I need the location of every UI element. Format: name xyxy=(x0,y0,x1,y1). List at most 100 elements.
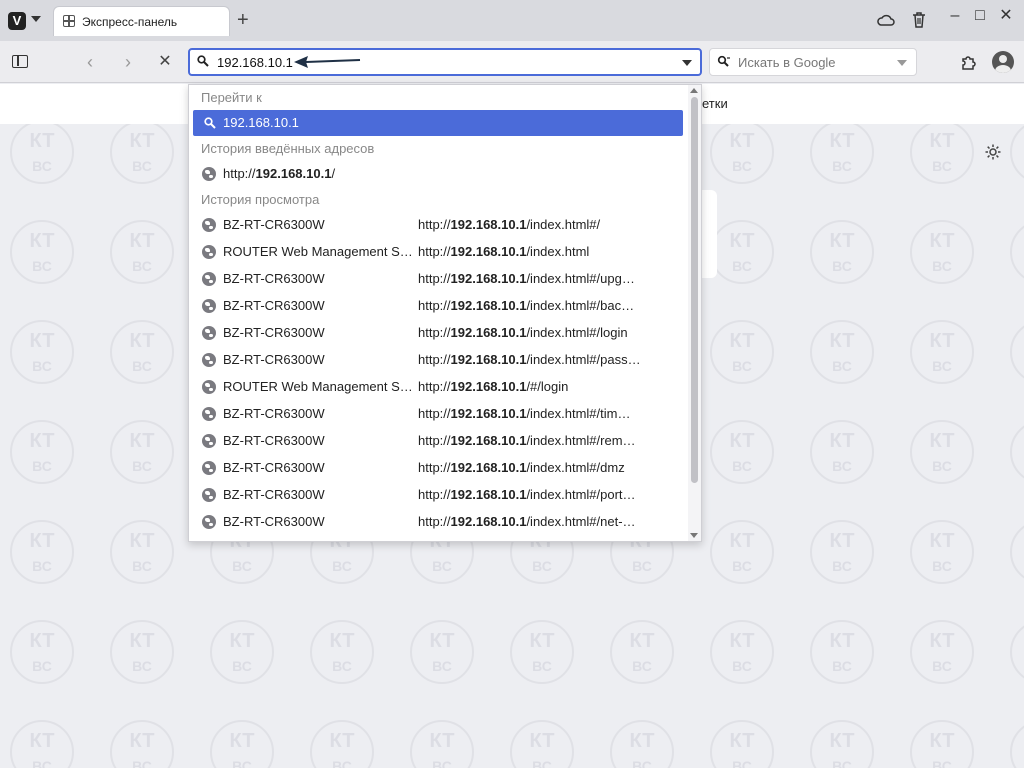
address-bar[interactable]: 192.168.10.1 xyxy=(188,48,702,76)
watermark-logo: КТВС xyxy=(710,220,774,284)
cloud-icon[interactable] xyxy=(876,12,896,28)
forward-button[interactable]: › xyxy=(118,52,138,72)
history-item-title: BZ-RT-CR6300W xyxy=(223,352,325,367)
search-icon xyxy=(204,117,216,129)
dropdown-scrollbar[interactable] xyxy=(688,85,701,541)
new-tab-button[interactable]: + xyxy=(237,10,249,30)
watermark-logo: КТВС xyxy=(1010,720,1024,768)
watermark-logo: КТВС xyxy=(110,720,174,768)
settings-gear-icon[interactable] xyxy=(984,143,1002,161)
watermark-logo: КТВС xyxy=(710,120,774,184)
scroll-thumb[interactable] xyxy=(691,97,698,483)
scroll-down-icon[interactable] xyxy=(690,533,698,538)
search-icon xyxy=(197,55,209,67)
panel-toggle-icon[interactable] xyxy=(12,55,28,68)
watermark-logo: КТВС xyxy=(10,420,74,484)
address-toolbar: ‹ › ✕ 192.168.10.1 Искать в Google xyxy=(0,41,1024,83)
history-item-title: BZ-RT-CR6300W xyxy=(223,406,325,421)
watermark-logo: КТВС xyxy=(810,320,874,384)
typed-history-item[interactable]: http://192.168.10.1/ xyxy=(189,160,689,187)
watermark-logo: КТВС xyxy=(710,620,774,684)
history-item-url: http://192.168.10.1/index.html#/login xyxy=(418,325,628,340)
search-input[interactable]: Искать в Google xyxy=(738,55,836,70)
watermark-logo: КТВС xyxy=(110,620,174,684)
watermark-logo: КТВС xyxy=(810,620,874,684)
history-item-title: BZ-RT-CR6300W xyxy=(223,487,325,502)
watermark-logo: КТВС xyxy=(110,420,174,484)
globe-icon xyxy=(202,272,216,286)
address-input[interactable]: 192.168.10.1 xyxy=(217,55,293,70)
section-history-label: История просмотра xyxy=(201,192,320,207)
trash-icon[interactable] xyxy=(909,11,929,29)
history-item-title: BZ-RT-CR6300W xyxy=(223,325,325,340)
history-item[interactable]: BZ-RT-CR6300W http://192.168.10.1/index.h… xyxy=(189,292,689,319)
watermark-logo: КТВС xyxy=(10,120,74,184)
watermark-logo: КТВС xyxy=(910,620,974,684)
history-item-url: http://192.168.10.1/index.html#/net-… xyxy=(418,514,636,529)
profile-avatar[interactable] xyxy=(992,51,1014,73)
history-item-url: http://192.168.10.1/index.html#/tim… xyxy=(418,406,631,421)
suggestion-goto-item[interactable]: 192.168.10.1 xyxy=(193,110,683,136)
vivaldi-logo-icon[interactable]: V xyxy=(8,12,26,30)
group-label[interactable]: етки xyxy=(702,96,728,111)
minimize-button[interactable]: – xyxy=(945,8,965,24)
search-engine-icon xyxy=(717,55,730,67)
address-history-dropdown-icon[interactable] xyxy=(682,60,692,66)
history-item[interactable]: ROUTER Web Management Sy… http://192.168.… xyxy=(189,238,689,265)
watermark-logo: КТВС xyxy=(1010,420,1024,484)
history-item[interactable]: BZ-RT-CR6300W http://192.168.10.1/index.h… xyxy=(189,508,689,535)
speed-dial-icon xyxy=(63,15,75,27)
history-item[interactable]: BZ-RT-CR6300W http://192.168.10.1/index.h… xyxy=(189,427,689,454)
watermark-logo: КТВС xyxy=(810,520,874,584)
address-suggestions-dropdown: Перейти к 192.168.10.1 История введённых… xyxy=(188,84,702,542)
history-item[interactable]: BZ-RT-CR6300W http://192.168.10.1/index.h… xyxy=(189,400,689,427)
search-engine-dropdown-icon[interactable] xyxy=(897,60,907,66)
back-button[interactable]: ‹ xyxy=(80,52,100,72)
watermark-logo: КТВС xyxy=(810,720,874,768)
watermark-logo: КТВС xyxy=(710,420,774,484)
history-item-url: http://192.168.10.1/index.html#/bac… xyxy=(418,298,635,313)
history-item[interactable]: ROUTER Web Management Sy… http://192.168.… xyxy=(189,373,689,400)
watermark-logo: КТВС xyxy=(10,720,74,768)
history-item-url: http://192.168.10.1/index.html#/dmz xyxy=(418,460,625,475)
history-item[interactable]: BZ-RT-CR6300W http://192.168.10.1/index.h… xyxy=(189,265,689,292)
extensions-icon[interactable] xyxy=(960,53,978,71)
section-typed-label: История введённых адресов xyxy=(201,141,375,156)
watermark-logo: КТВС xyxy=(910,220,974,284)
history-item-title: BZ-RT-CR6300W xyxy=(223,217,325,232)
menu-caret-icon[interactable] xyxy=(31,16,41,22)
history-item-title: BZ-RT-CR6300W xyxy=(223,460,325,475)
history-item[interactable]: BZ-RT-CR6300W http://192.168.10.1/index.h… xyxy=(189,454,689,481)
tab-title: Экспресс-панель xyxy=(82,15,178,29)
globe-icon xyxy=(202,461,216,475)
history-item-title: ROUTER Web Management Sy… xyxy=(223,244,413,259)
history-item[interactable]: BZ-RT-CR6300W http://192.168.10.1/index.h… xyxy=(189,481,689,508)
watermark-logo: КТВС xyxy=(610,620,674,684)
history-item[interactable]: BZ-RT-CR6300W http://192.168.10.1/index.h… xyxy=(189,346,689,373)
globe-icon xyxy=(202,326,216,340)
maximize-button[interactable]: □ xyxy=(970,8,990,24)
watermark-logo: КТВС xyxy=(210,720,274,768)
watermark-logo: КТВС xyxy=(110,120,174,184)
search-engine-box[interactable]: Искать в Google xyxy=(709,48,917,76)
history-item-url: http://192.168.10.1/#/login xyxy=(418,379,569,394)
close-window-button[interactable]: ✕ xyxy=(996,8,1016,24)
history-item-title: BZ-RT-CR6300W xyxy=(223,433,325,448)
typed-history-url: http://192.168.10.1/ xyxy=(223,166,336,181)
watermark-logo: КТВС xyxy=(310,720,374,768)
watermark-logo: КТВС xyxy=(410,720,474,768)
watermark-logo: КТВС xyxy=(1010,120,1024,184)
scroll-up-icon[interactable] xyxy=(690,88,698,93)
globe-icon xyxy=(202,353,216,367)
history-item[interactable]: BZ-RT-CR6300W http://192.168.10.1/index.h… xyxy=(189,319,689,346)
watermark-logo: КТВС xyxy=(710,520,774,584)
history-item[interactable]: BZ-RT-CR6300W http://192.168.10.1/index.h… xyxy=(189,211,689,238)
history-item-url: http://192.168.10.1/index.html#/upg… xyxy=(418,271,635,286)
annotation-arrow-icon xyxy=(294,56,361,68)
watermark-logo: КТВС xyxy=(510,720,574,768)
tab-speed-dial[interactable]: Экспресс-панель xyxy=(53,6,230,36)
stop-loading-button[interactable]: ✕ xyxy=(155,52,175,72)
speed-dial-card[interactable] xyxy=(700,190,717,278)
watermark-logo: КТВС xyxy=(110,320,174,384)
globe-icon xyxy=(202,407,216,421)
